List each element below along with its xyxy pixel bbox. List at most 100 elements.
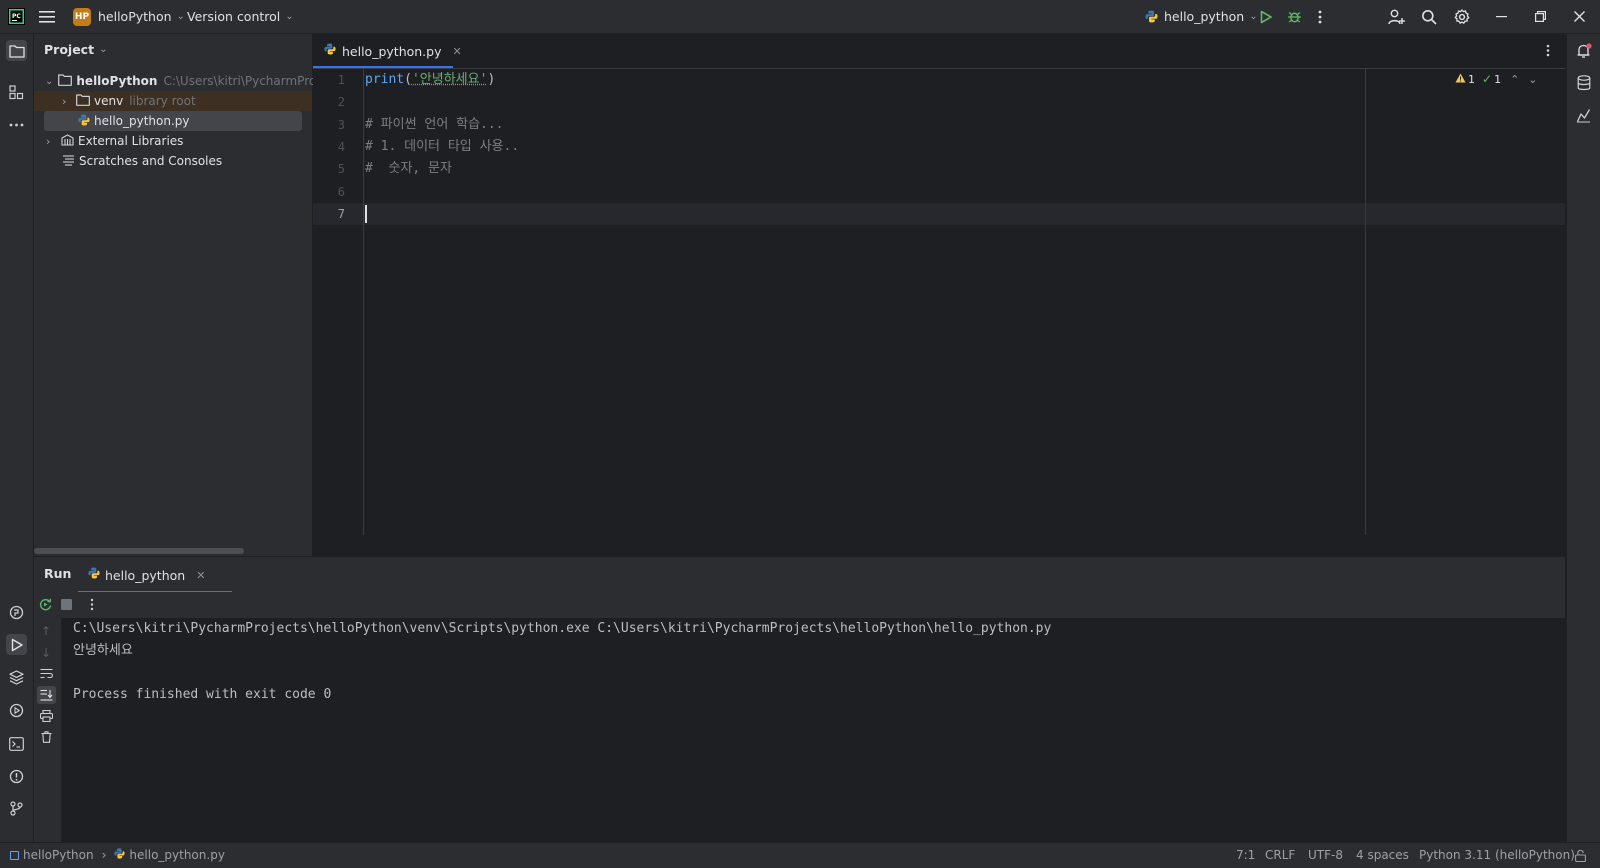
folder-icon: [76, 94, 90, 109]
run-toolbar: [34, 592, 1565, 618]
run-tool-icon[interactable]: [6, 634, 27, 655]
project-panel: Project ⌄ ⌄ helloPython C:\Users\kitri\P…: [34, 34, 313, 556]
line-number-current: 7: [313, 203, 345, 225]
version-control-icon[interactable]: [6, 798, 27, 819]
tab-actions-icon[interactable]: [1546, 44, 1550, 61]
python-file-icon: [88, 567, 100, 583]
python-interpreter[interactable]: Python 3.11 (helloPython): [1419, 843, 1575, 868]
run-console-output[interactable]: C:\Users\kitri\PycharmProjects\helloPyth…: [61, 618, 1565, 842]
code-line-4: # 1. 데이터 타입 사용..: [365, 136, 519, 158]
line-number-gutter[interactable]: 1 2 3 4 5 6 7: [313, 69, 364, 535]
checks-count: 1: [1494, 73, 1501, 86]
line-number: 1: [313, 69, 345, 91]
breadcrumb: helloPython › hello_python.py: [10, 843, 225, 868]
scroll-to-end-icon[interactable]: [37, 686, 56, 704]
soft-wrap-icon[interactable]: [40, 668, 53, 683]
database-icon[interactable]: [1573, 72, 1594, 93]
rerun-icon[interactable]: [39, 598, 52, 615]
structure-icon[interactable]: [6, 82, 27, 103]
svg-text:PC: PC: [12, 13, 21, 20]
project-panel-header[interactable]: Project ⌄: [44, 41, 107, 57]
module-icon: [10, 851, 19, 860]
project-folder-icon[interactable]: [6, 40, 27, 61]
run-tool-title[interactable]: Run: [44, 566, 71, 581]
minimize-icon[interactable]: [1496, 0, 1507, 33]
run-icon[interactable]: [1259, 0, 1273, 33]
run-side-toolbar: ↑ ↓: [34, 618, 61, 842]
breadcrumb-file[interactable]: hello_python.py: [129, 843, 225, 868]
search-icon[interactable]: [1421, 0, 1437, 33]
close-tab-icon[interactable]: ✕: [196, 569, 205, 582]
python-file-icon: [78, 114, 90, 129]
pycharm-logo-icon[interactable]: PC: [8, 0, 25, 33]
code-paren: (: [404, 72, 412, 87]
restore-icon[interactable]: [1535, 0, 1546, 33]
run-config-tab[interactable]: hello_python ✕: [78, 557, 232, 593]
more-tools-icon[interactable]: [6, 114, 27, 135]
tree-item-venv[interactable]: › venv library root: [34, 91, 312, 111]
add-user-icon[interactable]: [1388, 0, 1405, 33]
python-console-icon[interactable]: [6, 602, 27, 623]
code-paren: ): [487, 72, 495, 87]
notifications-bell-icon[interactable]: [1573, 40, 1594, 61]
warning-icon: [1455, 73, 1466, 86]
file-encoding[interactable]: UTF-8: [1308, 843, 1343, 868]
chevron-down-icon: ⌄: [45, 76, 53, 87]
lock-icon[interactable]: [1575, 843, 1586, 868]
more-actions-icon[interactable]: [1318, 0, 1322, 33]
vcs-label: Version control: [187, 9, 280, 24]
tree-item-scratches[interactable]: Scratches and Consoles: [34, 151, 312, 171]
right-tool-strip: [1566, 34, 1600, 842]
chevron-right-icon: ›: [102, 843, 107, 868]
scratches-icon: [62, 154, 75, 169]
more-actions-icon[interactable]: [90, 598, 94, 615]
chevron-up-icon[interactable]: ⌃: [1510, 73, 1519, 86]
tab-hello-python[interactable]: hello_python.py ✕: [313, 34, 453, 68]
problems-icon[interactable]: [6, 766, 27, 787]
run-config-selector[interactable]: hello_python ⌄: [1145, 0, 1258, 33]
line-number: 3: [313, 114, 345, 136]
code-string: '안녕하세요': [412, 72, 487, 87]
code-function: print: [365, 72, 404, 87]
stop-icon[interactable]: [61, 599, 72, 610]
services-icon[interactable]: [6, 700, 27, 721]
project-switcher[interactable]: HP helloPython ⌄: [73, 0, 185, 33]
run-config-label: hello_python: [1164, 9, 1244, 24]
current-line-highlight: [313, 203, 1565, 225]
folder-icon: [58, 74, 72, 89]
line-separator[interactable]: CRLF: [1265, 843, 1295, 868]
line-number: 4: [313, 136, 345, 158]
console-command-line: C:\Users\kitri\PycharmProjects\helloPyth…: [73, 618, 1051, 640]
title-bar: PC HP helloPython ⌄ Version control ⌄ he…: [0, 0, 1600, 34]
indent-setting[interactable]: 4 spaces: [1356, 843, 1409, 868]
code-line-5: # 숫자, 문자: [365, 158, 452, 180]
caret-position[interactable]: 7:1: [1236, 843, 1255, 868]
tree-item-external-libraries[interactable]: › External Libraries: [34, 131, 312, 151]
inspection-widget[interactable]: 1 ✓ 1 ⌃ ⌄: [1455, 71, 1538, 87]
tree-item-hello-python[interactable]: hello_python.py: [34, 111, 312, 131]
code-editor[interactable]: 1 2 3 4 5 6 7 print('안녕하세요') # 파이썬 언어 학습…: [313, 69, 1565, 535]
debug-icon[interactable]: [1287, 0, 1302, 33]
terminal-icon[interactable]: [6, 733, 27, 754]
trash-icon[interactable]: [41, 731, 52, 747]
close-window-icon[interactable]: [1574, 0, 1585, 33]
vcs-menu[interactable]: Version control ⌄: [187, 0, 294, 33]
arrow-up-icon[interactable]: ↑: [41, 624, 51, 638]
close-tab-icon[interactable]: ✕: [453, 45, 462, 58]
python-packages-icon[interactable]: [6, 667, 27, 688]
sciview-chart-icon[interactable]: [1573, 105, 1594, 126]
print-icon[interactable]: [40, 710, 53, 726]
venv-folder-name: venv: [94, 94, 123, 108]
horizontal-scrollbar[interactable]: [34, 548, 244, 554]
breadcrumb-project[interactable]: helloPython: [23, 843, 94, 868]
chevron-down-icon[interactable]: ⌄: [1528, 73, 1537, 86]
tab-label: hello_python.py: [342, 44, 442, 59]
venv-library-hint: library root: [129, 94, 195, 108]
settings-gear-icon[interactable]: [1454, 0, 1470, 33]
chevron-down-icon: ⌄: [177, 11, 185, 22]
line-number: 5: [313, 158, 345, 180]
main-menu-icon[interactable]: [39, 0, 55, 33]
tree-item-root[interactable]: ⌄ helloPython C:\Users\kitri\PycharmProj…: [34, 71, 312, 91]
code-line-3: # 파이썬 언어 학습...: [365, 114, 504, 136]
arrow-down-icon[interactable]: ↓: [41, 646, 51, 660]
